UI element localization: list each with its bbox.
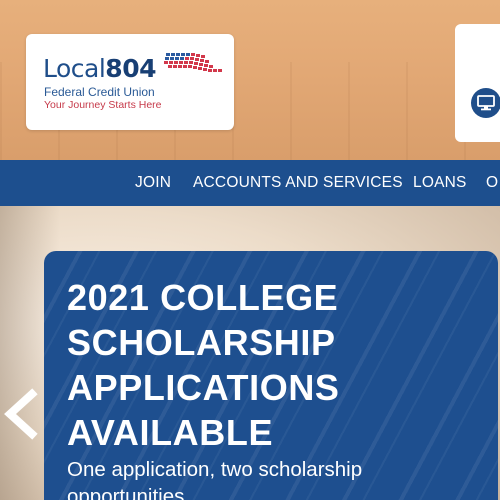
monitor-icon[interactable] [471, 88, 500, 118]
promo-subtitle: One application, two scholarship opportu… [67, 458, 363, 500]
promo-title: 2021 COLLEGE SCHOLARSHIP APPLICATIONS AV… [67, 277, 340, 453]
logo-subtitle: Federal Credit Union [44, 85, 155, 99]
nav-item-truncated[interactable]: O [486, 174, 498, 192]
logo-wordmark: Local804 [43, 54, 156, 83]
promo-card[interactable]: 2021 COLLEGE SCHOLARSHIP APPLICATIONS AV… [44, 251, 498, 500]
nav-loans[interactable]: LOANS [413, 174, 467, 192]
main-nav: JOIN ACCOUNTS AND SERVICES LOANS O [0, 160, 500, 206]
chevron-left-icon[interactable] [0, 386, 40, 442]
online-banking-card[interactable] [455, 24, 500, 142]
nav-join[interactable]: JOIN [135, 174, 171, 192]
logo-tagline: Your Journey Starts Here [44, 99, 162, 111]
site-header: Local804 Federal Credit Union Your Journ… [0, 0, 500, 160]
hero-carousel: 2021 COLLEGE SCHOLARSHIP APPLICATIONS AV… [0, 206, 500, 500]
logo[interactable]: Local804 Federal Credit Union Your Journ… [26, 34, 234, 130]
nav-accounts-and-services[interactable]: ACCOUNTS AND SERVICES [193, 174, 403, 192]
logo-grid-graphic [164, 53, 222, 72]
